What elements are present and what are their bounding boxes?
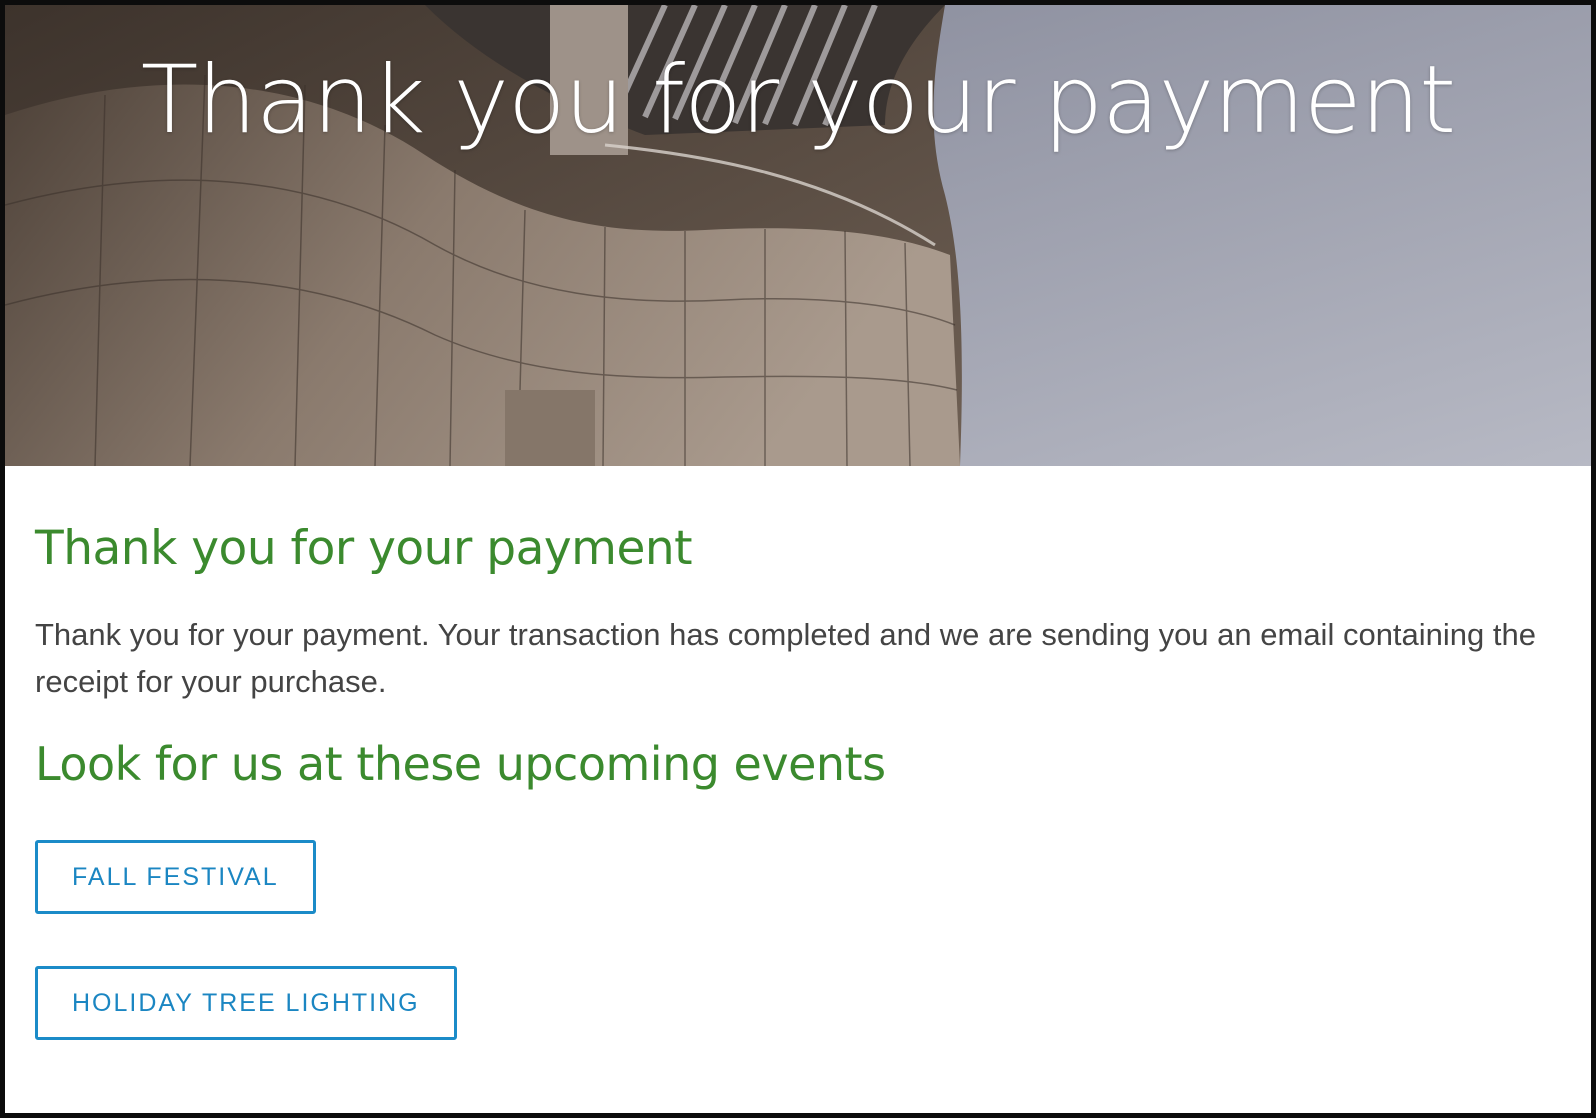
holiday-tree-lighting-button[interactable]: HOLIDAY TREE LIGHTING bbox=[35, 965, 457, 1040]
hero-title: Thank you for your payment bbox=[140, 46, 1456, 155]
page-frame: Thank you for your payment Thank you for… bbox=[0, 0, 1596, 1118]
page-heading: Thank you for your payment bbox=[35, 521, 693, 576]
event-button-row: FALL FESTIVAL bbox=[35, 839, 1555, 914]
fall-festival-button[interactable]: FALL FESTIVAL bbox=[35, 839, 316, 914]
main-content: Thank you for your payment Thank you for… bbox=[35, 466, 1555, 1040]
event-button-row: HOLIDAY TREE LIGHTING bbox=[35, 965, 1555, 1040]
confirmation-message: Thank you for your payment. Your transac… bbox=[35, 617, 1536, 700]
events-heading: Look for us at these upcoming events bbox=[35, 737, 886, 792]
hero-banner: Thank you for your payment bbox=[5, 5, 1591, 466]
